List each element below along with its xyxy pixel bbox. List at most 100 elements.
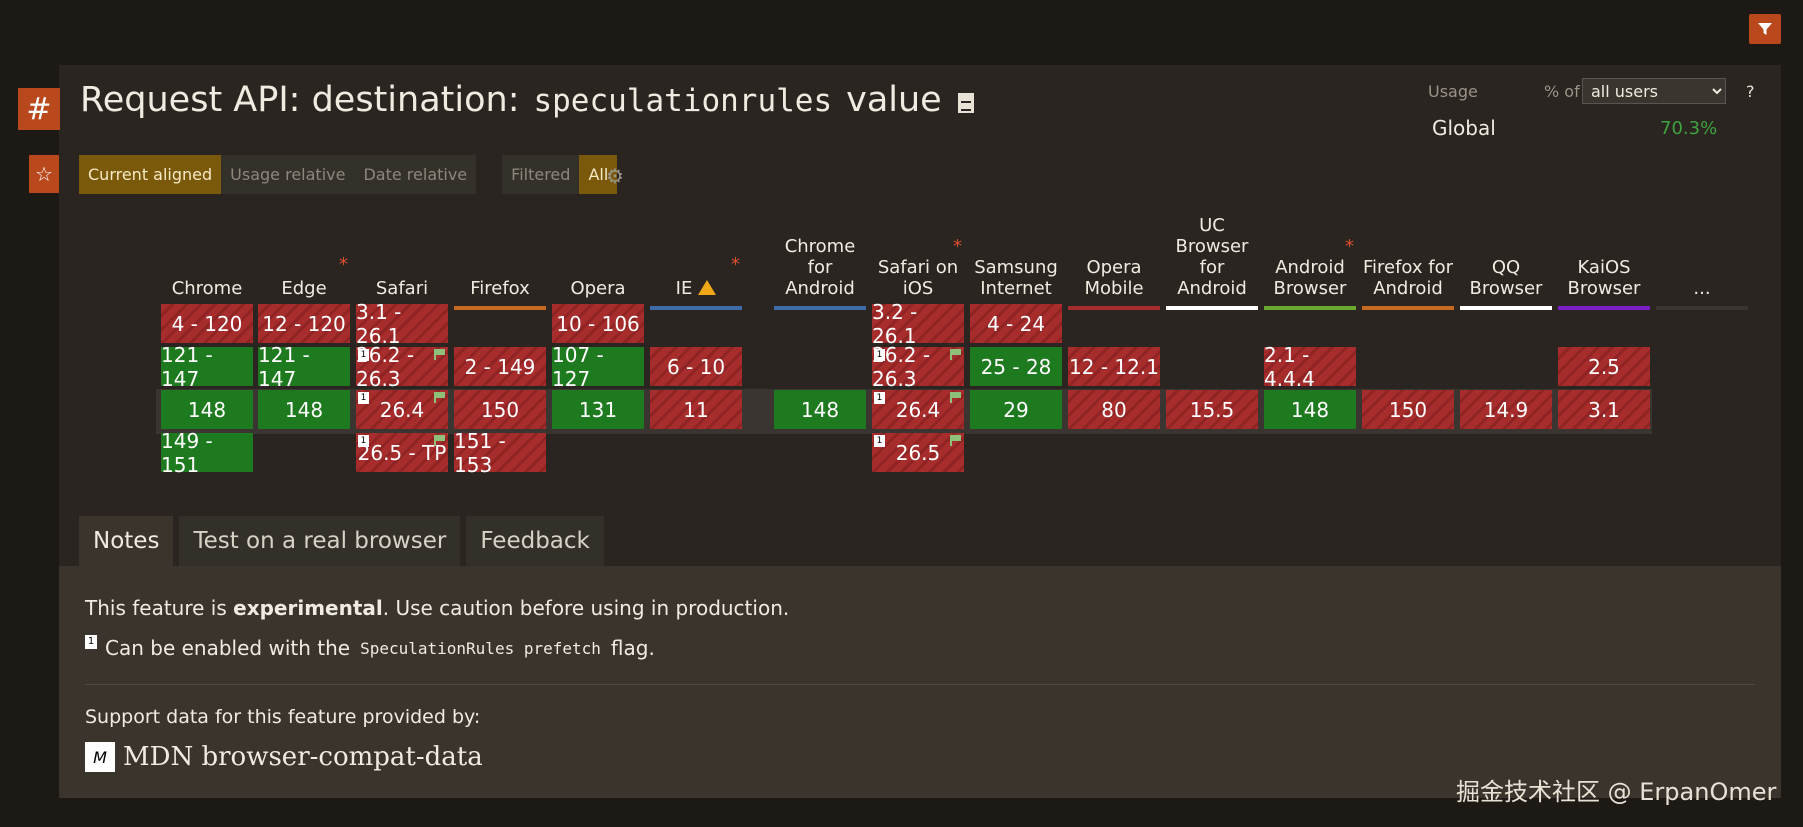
browser-color-bar (650, 306, 742, 310)
support-cell[interactable]: 3.1 - 26.1 (356, 300, 448, 348)
browser-header[interactable]: Chrome for Android (774, 228, 866, 310)
browser-header[interactable]: ... (1656, 262, 1748, 310)
support-cell[interactable]: 26.4 1 (356, 390, 448, 429)
support-cell[interactable]: 131 (552, 390, 644, 429)
browser-name: Samsung Internet (974, 257, 1058, 299)
note-marker: 1 (874, 392, 885, 404)
support-cell[interactable]: 149 - 151 (161, 429, 253, 477)
support-cell[interactable]: 25 - 28 (970, 347, 1062, 386)
support-cell[interactable]: 80 (1068, 390, 1160, 429)
support-cell[interactable]: 2.1 - 4.4.4 (1264, 343, 1356, 391)
support-cell[interactable]: 26.5 1 (872, 433, 964, 472)
browser-header[interactable]: Firefox (454, 262, 546, 310)
support-cell[interactable]: 11 (650, 390, 742, 429)
help-link[interactable]: ? (1746, 82, 1755, 101)
browser-header[interactable]: Opera Mobile (1068, 244, 1160, 310)
note-marker: 1 (874, 435, 885, 447)
note-bold: experimental (233, 596, 383, 620)
support-cell[interactable]: 150 (454, 390, 546, 429)
support-cell[interactable]: 3.2 - 26.1 (872, 300, 964, 348)
filter-button[interactable] (1749, 14, 1781, 44)
global-usage-value: 70.3% (1660, 118, 1718, 139)
support-cell[interactable]: 3.1 (1558, 390, 1650, 429)
date-relative-toggle[interactable]: Date relative (354, 155, 477, 194)
browser-header[interactable]: Edge * (258, 254, 350, 310)
support-cell[interactable]: 4 - 24 (970, 304, 1062, 343)
browser-header[interactable]: Android Browser * (1264, 236, 1356, 310)
support-cell[interactable]: 151 - 153 (454, 429, 546, 477)
support-cell[interactable]: 2.5 (1558, 347, 1650, 386)
browser-header[interactable]: UC Browser for Android (1166, 206, 1258, 310)
current-aligned-toggle[interactable]: Current aligned (79, 155, 222, 194)
hash-icon[interactable]: # (18, 88, 60, 130)
support-cell[interactable]: 26.2 - 26.3 1 (872, 343, 964, 391)
browser-name: ... (1693, 278, 1711, 299)
support-cell[interactable]: 12 - 120 (258, 304, 350, 343)
support-cell[interactable]: 26.4 1 (872, 390, 964, 429)
version-range: 148 (1290, 397, 1330, 422)
support-cell[interactable]: 121 - 147 (161, 343, 253, 391)
note-marker: 1 (358, 435, 369, 447)
usage-scope-select[interactable]: all users (1582, 78, 1726, 104)
support-cell[interactable]: 15.5 (1166, 390, 1258, 429)
browser-header[interactable]: KaiOS Browser (1558, 244, 1650, 310)
mdn-link[interactable]: M MDN browser-compat-data (85, 742, 483, 772)
browser-header[interactable]: Opera (552, 262, 644, 310)
version-range: 80 (1101, 397, 1127, 422)
usage-relative-toggle[interactable]: Usage relative (221, 155, 355, 194)
support-cell[interactable]: 26.2 - 26.3 1 (356, 343, 448, 391)
browser-header[interactable]: QQ Browser (1460, 244, 1552, 310)
browser-header[interactable]: IE * (650, 254, 742, 310)
star-icon[interactable]: ☆ (29, 155, 59, 193)
browser-header[interactable]: Chrome (161, 262, 253, 310)
version-range: 11 (683, 397, 709, 422)
version-range: 2.5 (1588, 354, 1620, 379)
support-cell[interactable]: 107 - 127 (552, 343, 644, 391)
support-cell[interactable]: 4 - 120 (161, 304, 253, 343)
tab-test-real-browser[interactable]: Test on a real browser (179, 516, 461, 566)
browser-color-bar (774, 306, 866, 310)
version-range: 131 (578, 397, 618, 422)
view-toggles: Current aligned Usage relative Date rela… (79, 155, 618, 194)
note-marker: 1 (874, 349, 885, 361)
support-cell[interactable]: 10 - 106 (552, 304, 644, 343)
version-range: 12 - 12.1 (1069, 354, 1159, 379)
title-prefix: Request API: destination: (80, 80, 520, 120)
support-cell[interactable]: 26.5 - TP 1 (356, 433, 448, 472)
asterisk-marker: * (339, 254, 348, 275)
browser-header[interactable]: Firefox for Android (1362, 244, 1454, 310)
support-cell[interactable]: 2 - 149 (454, 347, 546, 386)
gear-icon[interactable]: ⚙ (606, 164, 624, 188)
support-cell[interactable]: 12 - 12.1 (1068, 347, 1160, 386)
support-cell[interactable]: 14.9 (1460, 390, 1552, 429)
version-range: 121 - 147 (161, 342, 213, 391)
tab-feedback[interactable]: Feedback (466, 516, 604, 566)
note-text: This feature is (85, 596, 234, 620)
support-cell[interactable]: 148 (1264, 390, 1356, 429)
filtered-toggle[interactable]: Filtered (502, 155, 580, 194)
note-text: Can be enabled with the (105, 636, 351, 660)
support-cell[interactable]: 121 - 147 (258, 343, 350, 391)
support-cell[interactable]: 29 (970, 390, 1062, 429)
asterisk-marker: * (1345, 236, 1354, 257)
document-icon[interactable] (957, 93, 974, 113)
version-range: 121 - 147 (258, 342, 310, 391)
version-range: 10 - 106 (556, 311, 640, 336)
support-cell[interactable]: 148 (161, 390, 253, 429)
version-range: 3.1 - 26.1 (356, 299, 402, 348)
support-cell[interactable]: 150 (1362, 390, 1454, 429)
title-code: speculationrules (533, 83, 833, 119)
browser-name: Firefox for Android (1362, 257, 1454, 299)
flag-icon (434, 392, 445, 403)
support-cell[interactable]: 6 - 10 (650, 347, 742, 386)
version-range: 14.9 (1483, 397, 1529, 422)
support-cell[interactable]: 148 (774, 390, 866, 429)
tab-notes[interactable]: Notes (79, 516, 174, 566)
warning-icon (698, 280, 717, 295)
support-cell[interactable]: 148 (258, 390, 350, 429)
version-range: 148 (800, 397, 840, 422)
browser-header[interactable]: Samsung Internet (970, 244, 1062, 310)
asterisk-marker: * (953, 236, 962, 257)
browser-color-bar (1264, 306, 1356, 310)
version-range: 3.1 (1588, 397, 1620, 422)
